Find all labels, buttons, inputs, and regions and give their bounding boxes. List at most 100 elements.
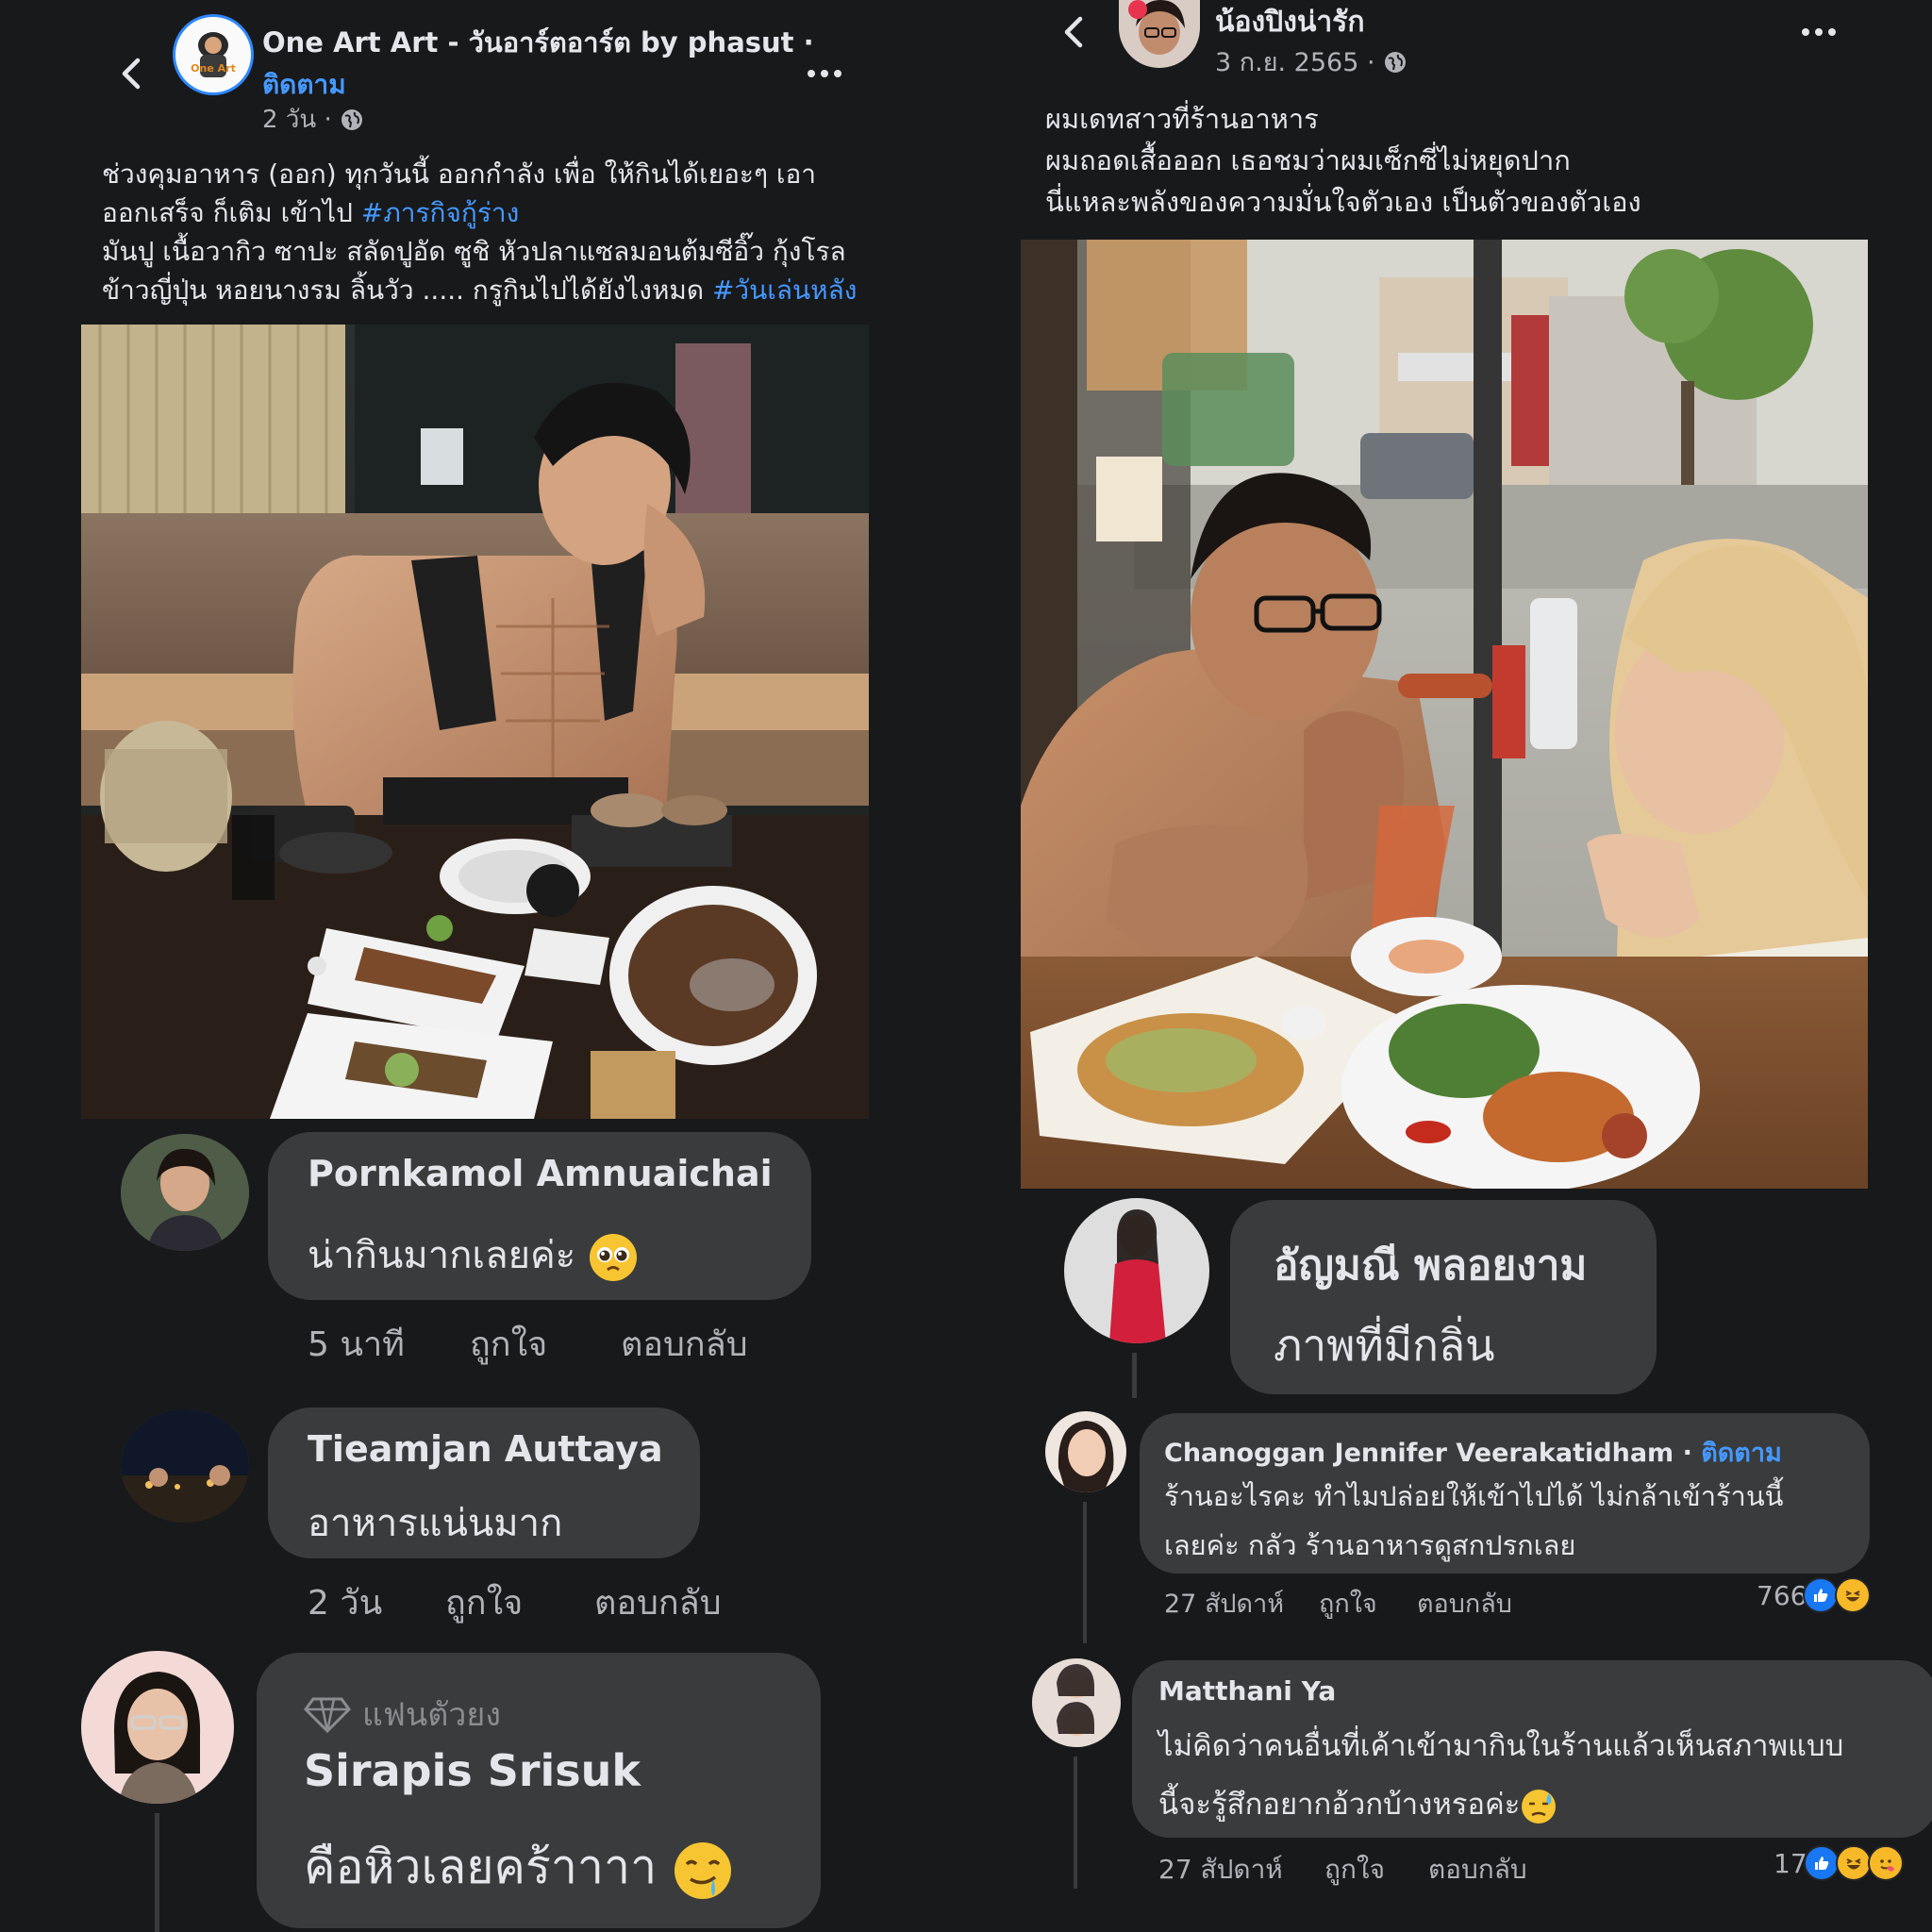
post-caption: ช่วงคุมอาหาร (ออก) ทุกวันนี้ ออกกำลัง เพ… — [102, 155, 857, 309]
hashtag-link[interactable]: #วันเล่นหลัง — [712, 275, 857, 306]
caption-line-1: ช่วงคุมอาหาร (ออก) ทุกวันนี้ ออกกำลัง เพ… — [102, 158, 816, 190]
reply-link[interactable]: ตอบกลับ — [594, 1575, 722, 1629]
back-chevron-icon — [122, 58, 141, 90]
post-caption: ผมเดทสาวที่ร้านอาหาร ผมถอดเสื้อออก เธอชม… — [1045, 98, 1641, 223]
commenter-avatar[interactable] — [121, 1409, 249, 1523]
commenter-name[interactable]: Chanoggan Jennifer Veerakatidham · — [1164, 1439, 1692, 1468]
left-screenshot-panel: One Art One Art Art - วันอาร์ตอาร์ต by p… — [0, 0, 966, 1932]
avatar-photo — [1119, 0, 1200, 68]
caption-line-3: นี่แหละพลังของความมั่นใจตัวเอง เป็นตัวขอ… — [1045, 186, 1641, 218]
haha-reaction-icon — [1835, 1845, 1872, 1881]
svg-text:One Art: One Art — [191, 62, 236, 75]
comment-time: 27 สัปดาห์ — [1158, 1854, 1283, 1885]
comment-text-body: คือหิวเลยคร้าาาา — [304, 1840, 658, 1894]
post-meta: 2 วัน · — [262, 100, 364, 139]
comment-text-line: ไม่คิดว่าคนอื่นที่เค้าเข้ามากินในร้านแล้… — [1158, 1729, 1844, 1763]
comment-text-line: ร้านอะไรคะ ทำไมปล่อยให้เข้าไปได้ ไม่กล้า… — [1164, 1480, 1784, 1512]
back-chevron-icon — [1064, 16, 1083, 48]
comment-text: น่ากินมากเลยค่ะ — [308, 1224, 639, 1285]
top-fan-badge: แฟนตัวยง — [304, 1689, 501, 1740]
avatar-photo — [81, 1651, 234, 1804]
more-options-button[interactable] — [796, 55, 853, 92]
commenter-name[interactable]: Matthani Ya — [1158, 1675, 1336, 1707]
commenter-avatar[interactable] — [1045, 1411, 1126, 1492]
avatar-photo — [1032, 1658, 1121, 1747]
post-photo[interactable] — [1021, 240, 1868, 1189]
hashtag-link[interactable]: #ภารกิจกู้ร่าง — [361, 197, 519, 228]
post-photo[interactable] — [81, 325, 869, 1119]
pleading-face-emoji — [590, 1234, 637, 1281]
globe-icon — [341, 108, 362, 130]
comment-time: 2 วัน — [308, 1584, 383, 1623]
reply-link[interactable]: ตอบกลับ — [621, 1317, 748, 1371]
badge-label: แฟนตัวยง — [362, 1696, 501, 1734]
more-dots-icon — [808, 70, 841, 77]
commenter-name-row: Chanoggan Jennifer Veerakatidham · ติดตา… — [1164, 1432, 1782, 1473]
caption-text: ออกเสร็จ ก็เติม เข้าไป — [102, 197, 361, 228]
back-button[interactable] — [1053, 11, 1094, 53]
caption-text: ข้าวญี่ปุ่น หอยนางรม ลิ้นวัว ..... กรูกิ… — [102, 275, 712, 306]
commenter-name[interactable]: Pornkamol Amnuaichai — [308, 1153, 773, 1194]
comment-text-body: น่ากินมากเลยค่ะ — [308, 1234, 576, 1277]
comment-text: ไม่คิดว่าคนอื่นที่เค้าเข้ามากินในร้านแล้… — [1158, 1717, 1843, 1834]
restaurant-date-photo — [1021, 240, 1868, 1189]
caption-line-3: มันปู เนื้อวากิว ซาปะ สลัดปูอัด ซูชิ หัว… — [102, 236, 846, 267]
post-meta: 3 ก.ย. 2565 · — [1215, 42, 1407, 82]
restaurant-meal-photo — [81, 325, 869, 1119]
like-link[interactable]: ถูกใจ — [1319, 1583, 1377, 1624]
thread-line — [155, 1813, 159, 1932]
page-avatar[interactable] — [1119, 0, 1200, 68]
back-button[interactable] — [110, 53, 152, 94]
globe-icon — [1384, 51, 1406, 73]
reaction-count: 17 — [1774, 1847, 1807, 1879]
post-time: 3 ก.ย. 2565 · — [1215, 48, 1375, 77]
commenter-avatar[interactable] — [81, 1651, 234, 1804]
commenter-name[interactable]: Sirapis Srisuk — [304, 1745, 641, 1796]
page-name[interactable]: One Art Art - วันอาร์ตอาร์ต by phasut · — [262, 21, 814, 64]
like-reaction-icon — [1803, 1845, 1840, 1881]
right-screenshot-panel: น้องปิงน่ารัก 3 ก.ย. 2565 · ผมเดทสาวที่ร… — [966, 0, 1932, 1932]
page-name[interactable]: น้องปิงน่ารัก — [1215, 0, 1365, 44]
like-link[interactable]: ถูกใจ — [445, 1575, 523, 1629]
comment-text: อาหารแน่นมาก — [308, 1502, 563, 1545]
caption-line-4: ข้าวญี่ปุ่น หอยนางรม ลิ้นวัว ..... กรูกิ… — [102, 271, 857, 309]
commenter-avatar[interactable] — [1064, 1198, 1209, 1343]
avatar-photo — [1045, 1411, 1126, 1492]
reaction-count: 766 — [1757, 1579, 1807, 1611]
care-reaction-icon — [1867, 1845, 1904, 1881]
like-link[interactable]: ถูกใจ — [470, 1317, 547, 1371]
comment-time: 27 สัปดาห์ — [1164, 1590, 1285, 1619]
more-options-button[interactable] — [1790, 13, 1847, 51]
sweat-face-emoji — [1522, 1789, 1557, 1824]
comment-text: คือหิวเลยคร้าาาา — [304, 1830, 734, 1905]
comment-text: ร้านอะไรคะ ทำไมปล่อยให้เข้าไปได้ ไม่กล้า… — [1164, 1472, 1784, 1570]
page-logo-image: One Art — [175, 17, 251, 92]
reply-link[interactable]: ตอบกลับ — [1428, 1849, 1527, 1890]
commenter-name[interactable]: อัญมณี พลอยงาม — [1274, 1232, 1587, 1298]
thread-line — [1074, 1757, 1077, 1889]
reaction-summary[interactable]: 766 — [1757, 1577, 1872, 1613]
thread-line — [1083, 1502, 1087, 1643]
avatar-photo — [121, 1409, 249, 1523]
more-dots-icon — [1802, 28, 1836, 36]
commenter-name[interactable]: Tieamjan Auttaya — [308, 1428, 663, 1470]
caption-line-2: ผมถอดเสื้อออก เธอชมว่าผมเซ็กซี่ไม่หยุดปา… — [1045, 144, 1571, 176]
diamond-badge-icon — [304, 1697, 351, 1733]
comment-text-line: เลยค่ะ กลัว ร้านอาหารดูสกปรกเลย — [1164, 1529, 1576, 1561]
follow-link[interactable]: ติดตาม — [1701, 1439, 1782, 1468]
caption-line-1: ผมเดทสาวที่ร้านอาหาร — [1045, 103, 1319, 135]
avatar-photo — [1064, 1198, 1209, 1343]
commenter-avatar[interactable] — [1032, 1658, 1121, 1747]
reaction-summary[interactable]: 17 — [1774, 1845, 1904, 1881]
reply-link[interactable]: ตอบกลับ — [1417, 1583, 1512, 1624]
caption-line-2: ออกเสร็จ ก็เติม เข้าไป #ภารกิจกู้ร่าง — [102, 193, 857, 232]
post-time: 2 วัน · — [262, 106, 332, 134]
comment-text-line: นี้จะรู้สึกอยากอ้วกบ้างหรอค่ะ — [1158, 1788, 1521, 1822]
haha-reaction-icon — [1835, 1577, 1872, 1613]
drooling-face-emoji — [675, 1841, 732, 1899]
page-avatar[interactable]: One Art — [173, 14, 254, 95]
comment-time: 5 นาที — [308, 1325, 405, 1364]
commenter-avatar[interactable] — [121, 1134, 249, 1251]
comment-text: ภาพที่มีกลิ่น — [1274, 1320, 1495, 1371]
like-link[interactable]: ถูกใจ — [1324, 1849, 1385, 1890]
